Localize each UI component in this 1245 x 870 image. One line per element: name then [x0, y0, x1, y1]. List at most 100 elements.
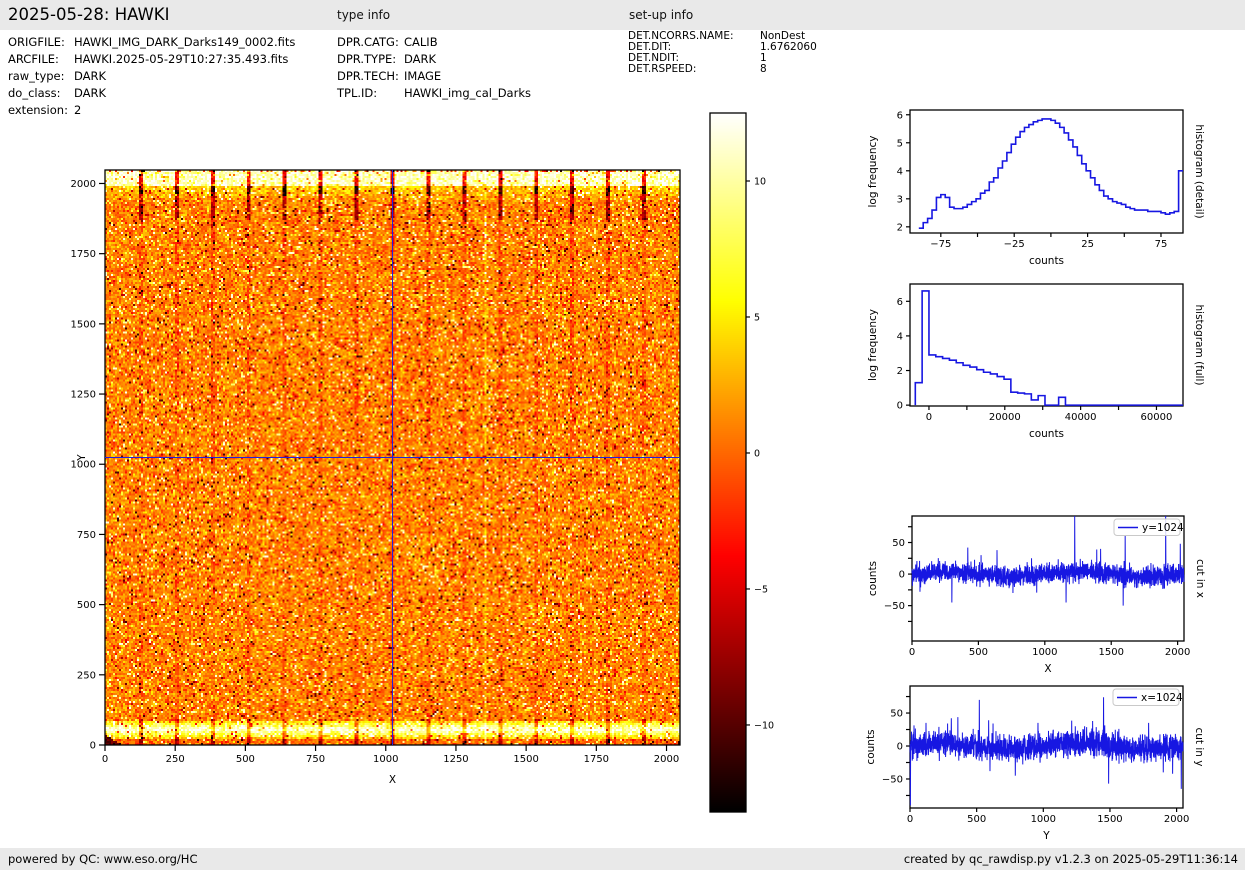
x-tick-label: 2000	[1165, 647, 1190, 658]
x-tick-label: 60000	[1141, 412, 1173, 423]
colorbar-tick-label: −5	[754, 584, 768, 595]
x-tick-label: −75	[930, 239, 951, 250]
y-tick-label: 500	[77, 600, 96, 611]
y-tick-label: −50	[882, 774, 903, 785]
y-tick-label: 2	[897, 222, 903, 233]
meta-row: raw_type: DARK	[8, 68, 295, 85]
x-tick-label: 1750	[584, 754, 609, 765]
colorbar-canvas	[710, 113, 746, 812]
y-tick-label: 750	[77, 530, 96, 541]
y-tick-label: 2000	[71, 179, 96, 190]
y-axis-label: log frequency	[867, 135, 879, 207]
x-tick-label: 250	[166, 754, 185, 765]
x-tick-label: 1250	[443, 754, 468, 765]
qc-report-page: 2025-05-28: HAWKI type info set-up info …	[0, 0, 1245, 870]
right-axis-label: cut in y	[1193, 727, 1205, 766]
meta-row: DPR.TYPE: DARK	[337, 51, 531, 68]
x-tick-label: 25	[1081, 239, 1094, 250]
header-bar: 2025-05-28: HAWKI type info set-up info	[0, 0, 1245, 30]
y-tick-label: 0	[90, 741, 96, 752]
right-axis-label: histogram (full)	[1193, 305, 1205, 386]
legend-label: x=1024	[1141, 692, 1183, 704]
colorbar-tick-label: 5	[754, 312, 760, 323]
raw-image-canvas	[105, 170, 680, 745]
meta-row: do_class: DARK	[8, 85, 295, 102]
y-tick-label: 1250	[71, 390, 96, 401]
x-tick-label: 1500	[513, 754, 538, 765]
x-tick-label: 1000	[373, 754, 398, 765]
axes-frame	[909, 109, 1184, 234]
x-tick-label: 0	[909, 647, 915, 658]
axes-frame	[911, 515, 1185, 642]
meta-label: raw_type:	[8, 69, 65, 83]
x-tick-label: 20000	[989, 412, 1021, 423]
meta-row: DPR.CATG: CALIB	[337, 34, 531, 51]
meta-value: HAWKI_img_cal_Darks	[404, 86, 531, 100]
y-tick-label: 4	[897, 166, 903, 177]
meta-label: DPR.TYPE:	[337, 52, 397, 66]
meta-row: DET.RSPEED: 8	[628, 64, 817, 75]
y-tick-label: 6	[897, 297, 903, 308]
y-tick-label: 0	[899, 570, 905, 581]
x-tick-label: 500	[967, 814, 986, 825]
y-tick-label: 3	[897, 194, 903, 205]
x-tick-label: 500	[236, 754, 255, 765]
x-tick-label: 1000	[1032, 647, 1057, 658]
y-tick-label: 50	[890, 709, 903, 720]
y-tick-label: 5	[897, 138, 903, 149]
y-tick-label: −50	[884, 601, 905, 612]
x-axis-label: X	[1044, 663, 1051, 675]
y-tick-label: 6	[897, 110, 903, 121]
x-tick-label: 0	[102, 754, 108, 765]
meta-value: 2	[74, 103, 82, 117]
x-tick-label: 40000	[1065, 412, 1097, 423]
axes-frame	[909, 685, 1184, 809]
series-line	[914, 290, 1183, 406]
x-axis-label: counts	[1029, 428, 1064, 440]
meta-label: TPL.ID:	[337, 86, 378, 100]
colorbar-tick-label: −10	[754, 720, 774, 731]
y-tick-label: 50	[892, 538, 905, 549]
x-axis-label: counts	[1029, 255, 1064, 267]
y-axis-label: counts	[867, 561, 879, 596]
right-axis-label: cut in x	[1194, 559, 1206, 598]
footer-right-text: created by qc_rawdisp.py v1.2.3 on 2025-…	[903, 852, 1238, 866]
colorbar-tick-label: 0	[754, 448, 760, 459]
meta-value: 8	[760, 63, 767, 75]
x-tick-label: 1500	[1098, 647, 1123, 658]
meta-row: TPL.ID: HAWKI_img_cal_Darks	[337, 85, 531, 102]
file-info-block: ORIGFILE: HAWKI_IMG_DARK_Darks149_0002.fi…	[8, 34, 295, 119]
footer-left-text: powered by QC: www.eso.org/HC	[8, 852, 198, 866]
legend-box	[1112, 688, 1180, 706]
y-tick-label: 0	[897, 401, 903, 412]
meta-row: ORIGFILE: HAWKI_IMG_DARK_Darks149_0002.fi…	[8, 34, 295, 51]
meta-label: do_class:	[8, 86, 61, 100]
meta-label: ARCFILE:	[8, 52, 59, 66]
y-tick-label: 250	[77, 670, 96, 681]
x-tick-label: 2000	[654, 754, 679, 765]
meta-label: DPR.TECH:	[337, 69, 399, 83]
meta-label: extension:	[8, 103, 68, 117]
meta-row: extension: 2	[8, 102, 295, 119]
meta-value: CALIB	[404, 35, 438, 49]
x-tick-label: 1500	[1097, 814, 1122, 825]
meta-label: DPR.CATG:	[337, 35, 399, 49]
y-axis-label: log frequency	[867, 309, 879, 381]
legend-box	[1113, 518, 1181, 536]
legend-label: y=1024	[1142, 522, 1184, 534]
meta-value: DARK	[404, 52, 437, 66]
meta-value: HAWKI.2025-05-29T10:27:35.493.fits	[74, 52, 289, 66]
meta-label: DET.RSPEED:	[628, 63, 697, 75]
x-tick-label: 750	[306, 754, 325, 765]
x-tick-label: 0	[907, 814, 913, 825]
type-info-block: DPR.CATG: CALIB DPR.TYPE: DARK DPR.TECH: IM…	[337, 34, 531, 102]
meta-value: DARK	[74, 86, 107, 100]
meta-label: ORIGFILE:	[8, 35, 65, 49]
x-tick-label: 500	[969, 647, 988, 658]
meta-row: DPR.TECH: IMAGE	[337, 68, 531, 85]
right-axis-label: histogram (detail)	[1193, 124, 1205, 218]
setup-info-heading: set-up info	[629, 8, 694, 22]
y-tick-label: 4	[897, 331, 903, 342]
x-axis-label: Y	[1042, 830, 1050, 842]
x-tick-label: 1000	[1031, 814, 1056, 825]
